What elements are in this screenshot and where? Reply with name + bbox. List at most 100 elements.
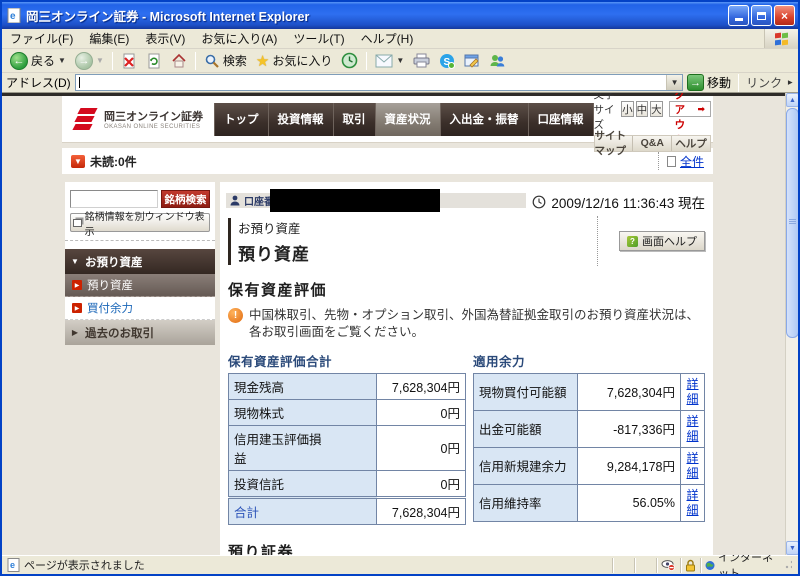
- help-area: ? 画面ヘルプ: [597, 216, 705, 266]
- nav-tab-asset-status[interactable]: 資産状況: [376, 103, 441, 136]
- address-input[interactable]: ▼: [75, 74, 683, 91]
- menu-favorites[interactable]: お気に入り(A): [201, 30, 277, 47]
- links-label[interactable]: リンク: [746, 74, 782, 91]
- timestamp-text: 2009/12/16 11:36:43 現在: [551, 192, 705, 212]
- scroll-down-icon[interactable]: ▼: [786, 541, 798, 555]
- window-title: 岡三オンライン証券 - Microsoft Internet Explorer: [26, 6, 726, 25]
- scroll-up-icon[interactable]: ▲: [786, 93, 798, 107]
- logout-button[interactable]: ログアウト ➡: [669, 101, 711, 117]
- refresh-button[interactable]: [142, 52, 166, 70]
- title-bar: e 岡三オンライン証券 - Microsoft Internet Explore…: [2, 2, 798, 29]
- print-icon: [413, 53, 430, 68]
- detail-link[interactable]: 詳細: [687, 488, 699, 517]
- favorites-button[interactable]: ★ お気に入り: [252, 51, 336, 71]
- back-dropdown-icon[interactable]: ▼: [58, 56, 66, 65]
- privacy-panel[interactable]: [656, 558, 680, 573]
- detail-link[interactable]: 詳細: [687, 451, 699, 480]
- vertical-scrollbar[interactable]: ▲ ▼: [785, 93, 798, 555]
- security-panel[interactable]: [680, 558, 700, 573]
- section-holdings-title: 保有資産評価: [228, 279, 705, 300]
- menu-file[interactable]: ファイル(F): [10, 30, 73, 47]
- detail-link[interactable]: 詳細: [687, 414, 699, 443]
- warning-text: 中国株取引、先物・オプション取引、外国為替証拠金取引のお預り資産状況は、各お取引…: [249, 307, 699, 341]
- table-row: 信用建玉評価損益 0円: [229, 425, 466, 470]
- brand-logo[interactable]: 岡三オンライン証券 OKASAN ONLINE SECURITIES: [62, 107, 214, 131]
- mail-icon: [375, 54, 393, 68]
- table-row: 信用新規建余力 9,284,178円 詳細: [474, 447, 705, 484]
- help-nav-button[interactable]: ヘルプ: [672, 136, 710, 151]
- stop-icon: [121, 53, 137, 69]
- windows-logo-icon: [764, 29, 798, 48]
- row-label: 現金残高: [229, 373, 377, 399]
- detail-link[interactable]: 詳細: [687, 377, 699, 406]
- all-items-link[interactable]: 全件: [680, 153, 704, 170]
- nav-tab-invest-info[interactable]: 投資情報: [269, 103, 334, 136]
- home-button[interactable]: [167, 52, 191, 70]
- skype-icon: S: [439, 53, 455, 69]
- menu-tools[interactable]: ツール(T): [293, 30, 344, 47]
- font-size-medium-button[interactable]: 中: [636, 101, 649, 117]
- symbol-search-button[interactable]: 銘柄検索: [161, 190, 210, 208]
- scrollbar-thumb[interactable]: [786, 108, 798, 338]
- row-value: 7,628,304円: [578, 373, 681, 410]
- nav-tab-top[interactable]: トップ: [214, 103, 269, 136]
- row-label: 投資信託: [229, 470, 377, 497]
- sidebar-group-assets[interactable]: ▼ お預り資産: [65, 249, 215, 274]
- privacy-eye-icon: [661, 559, 676, 571]
- menu-view[interactable]: 表示(V): [145, 30, 185, 47]
- nav-tab-trade[interactable]: 取引: [334, 103, 376, 136]
- resize-grip[interactable]: [783, 559, 792, 571]
- menu-edit[interactable]: 編集(E): [89, 30, 129, 47]
- sidebar-group-history[interactable]: ▶ 過去のお取引: [65, 320, 215, 345]
- search-button[interactable]: 検索: [200, 51, 251, 70]
- symbol-popup-button[interactable]: 銘柄情報を別ウィンドウ表示: [70, 213, 210, 232]
- font-size-large-button[interactable]: 大: [650, 101, 663, 117]
- browser-window: e 岡三オンライン証券 - Microsoft Internet Explore…: [0, 0, 800, 576]
- font-size-small-button[interactable]: 小: [621, 101, 634, 117]
- power-table-title: 適用余力: [473, 351, 705, 370]
- row-value: -817,336円: [578, 410, 681, 447]
- mail-button[interactable]: ▼: [371, 53, 408, 69]
- history-button[interactable]: [337, 51, 362, 70]
- table-row: 現物買付可能額 7,628,304円 詳細: [474, 373, 705, 410]
- nav-tab-deposit-transfer[interactable]: 入出金・振替: [441, 103, 529, 136]
- nav-tab-account-info[interactable]: 口座情報: [529, 103, 594, 136]
- sidebar-item-deposit-assets[interactable]: ▶ 預り資産: [65, 274, 215, 297]
- row-value: 56.05%: [578, 484, 681, 521]
- search-icon: [204, 53, 220, 69]
- stop-button[interactable]: [117, 52, 141, 70]
- print-button[interactable]: [409, 52, 434, 69]
- address-dropdown-icon[interactable]: ▼: [666, 75, 682, 90]
- screen-help-button[interactable]: ? 画面ヘルプ: [619, 231, 705, 251]
- messenger-button[interactable]: [485, 52, 509, 69]
- sidebar-item-buying-power[interactable]: ▶ 買付余力: [65, 297, 215, 320]
- qa-button[interactable]: Q&A: [633, 136, 672, 151]
- unread-mail-icon: ▼: [71, 155, 85, 168]
- close-button[interactable]: ×: [774, 5, 795, 26]
- toolbar-separator: [112, 52, 113, 70]
- chevron-right-icon: ▶: [65, 328, 85, 337]
- detail-cell: 詳細: [681, 410, 705, 447]
- sitemap-button[interactable]: サイトマップ: [595, 136, 634, 151]
- row-label: 出金可能額: [474, 410, 578, 447]
- row-label: 合計: [229, 497, 377, 524]
- symbol-popup-label: 銘柄情報を別ウィンドウ表示: [85, 208, 207, 238]
- mail-dropdown-icon[interactable]: ▼: [396, 56, 404, 65]
- forward-button[interactable]: → ▼: [71, 51, 108, 71]
- help-icon: ?: [627, 236, 638, 247]
- back-button[interactable]: ← 戻る ▼: [6, 51, 70, 71]
- maximize-button[interactable]: [751, 5, 772, 26]
- minimize-button[interactable]: [728, 5, 749, 26]
- page-viewport: 岡三オンライン証券 OKASAN ONLINE SECURITIES トップ 投…: [2, 93, 798, 555]
- go-button[interactable]: → 移動: [687, 74, 731, 91]
- skype-button[interactable]: S: [435, 52, 459, 70]
- links-chevron-icon[interactable]: ▼: [786, 79, 795, 87]
- row-value: 0円: [377, 399, 466, 425]
- warning-icon: !: [228, 308, 243, 323]
- brand-name: 岡三オンライン証券: [104, 108, 203, 124]
- logout-arrow-icon: ➡: [697, 104, 705, 115]
- summary-table: 現金残高 7,628,304円 現物株式 0円 信用建玉評価損益 0円: [228, 373, 466, 525]
- edit-button[interactable]: [460, 53, 484, 69]
- symbol-search-input[interactable]: [70, 190, 158, 208]
- menu-help[interactable]: ヘルプ(H): [361, 30, 414, 47]
